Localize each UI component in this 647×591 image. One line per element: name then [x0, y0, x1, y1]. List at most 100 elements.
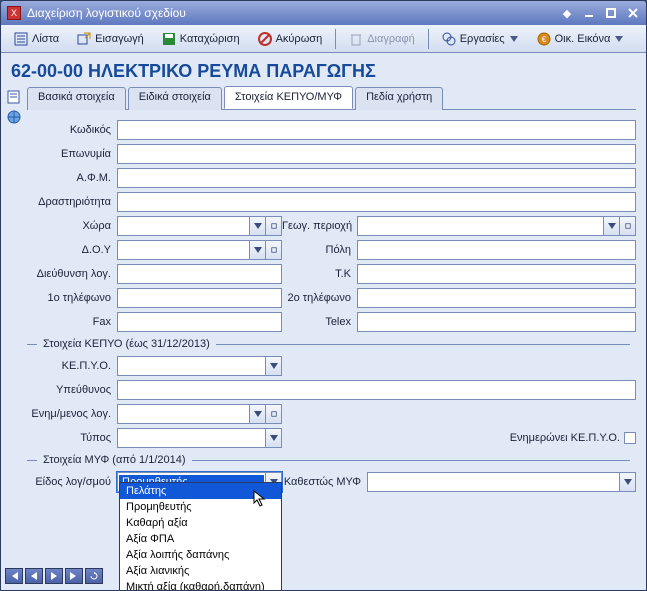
list-button[interactable]: Λίστα: [7, 29, 66, 49]
cancel-button[interactable]: Ακύρωση: [251, 29, 330, 49]
kepyo-combo[interactable]: [117, 356, 282, 376]
acctype-dropdown[interactable]: Πελάτης Προμηθευτής Καθαρή αξία Αξία ΦΠΑ…: [119, 482, 282, 591]
country-combo[interactable]: [117, 216, 282, 236]
label-country: Χώρα: [27, 220, 117, 232]
myf-status-combo[interactable]: [367, 472, 636, 492]
dropdown-option[interactable]: Αξία ΦΠΑ: [120, 531, 281, 547]
dropdown-option[interactable]: Μικτή αξία (καθαρή,δαπάνη): [120, 579, 281, 591]
finview-button[interactable]: € Οικ. Εικόνα: [530, 29, 632, 49]
help-icon[interactable]: ◆: [560, 6, 574, 20]
updates-kepyo-checkbox[interactable]: [624, 432, 636, 444]
owner-field[interactable]: [117, 380, 636, 400]
tel1-field[interactable]: [117, 288, 282, 308]
chevron-down-icon[interactable]: [265, 357, 281, 375]
tabs: Βασικά στοιχεία Ειδικά στοιχεία Στοιχεία…: [27, 86, 636, 110]
updacc-combo[interactable]: [117, 404, 282, 424]
nav-prev-button[interactable]: [25, 568, 43, 584]
nav-next-button[interactable]: [45, 568, 63, 584]
finview-label: Οικ. Εικόνα: [555, 33, 611, 45]
code-field[interactable]: [117, 120, 636, 140]
label-tel1: 1ο τηλέφωνο: [27, 292, 117, 304]
dropdown-option[interactable]: Αξία λοιπής δαπάνης: [120, 547, 281, 563]
label-fax: Fax: [27, 316, 117, 328]
maximize-icon[interactable]: [604, 6, 618, 20]
label-activity: Δραστηριότητα: [27, 196, 117, 208]
list-label: Λίστα: [32, 33, 59, 45]
dropdown-option[interactable]: Καθαρή αξία: [120, 515, 281, 531]
app-window: Διαχείριση λογιστικού σχεδίου ◆ Λίστα Ει…: [0, 0, 647, 591]
window-title: Διαχείριση λογιστικού σχεδίου: [27, 6, 552, 20]
city-field[interactable]: [357, 240, 636, 260]
dropdown-option[interactable]: Αξία λιανικής: [120, 563, 281, 579]
lookup-icon[interactable]: [265, 217, 281, 235]
label-updacc: Ενημ/μενος λογ.: [27, 408, 117, 420]
label-updates-kepyo: Ενημερώνει ΚΕ.Π.Υ.Ο.: [510, 432, 620, 444]
zip-field[interactable]: [357, 264, 636, 284]
tasks-caret-icon: [509, 32, 519, 46]
globe-icon[interactable]: [6, 110, 22, 124]
label-kepyo: ΚΕ.Π.Υ.Ο.: [27, 360, 117, 372]
save-icon: [162, 32, 176, 46]
svg-text:€: €: [541, 35, 546, 44]
delete-icon: [349, 32, 363, 46]
dropdown-option[interactable]: Προμηθευτής: [120, 499, 281, 515]
minimize-icon[interactable]: [582, 6, 596, 20]
afm-field[interactable]: [117, 168, 636, 188]
nav-refresh-button[interactable]: [85, 568, 103, 584]
label-zip: Τ.Κ: [282, 268, 357, 280]
page-title: 62-00-00 ΗΛΕΚΤΡΙΚΟ ΡΕΥΜΑ ΠΑΡΑΓΩΓΗΣ: [1, 53, 646, 86]
label-code: Κωδικός: [27, 124, 117, 136]
save-button[interactable]: Καταχώριση: [155, 29, 247, 49]
tab-special[interactable]: Ειδικά στοιχεία: [128, 87, 222, 110]
side-glyph-strip: [1, 86, 27, 590]
tasks-label: Εργασίες: [460, 33, 505, 45]
label-owner: Υπεύθυνος: [27, 384, 117, 396]
label-doy: Δ.Ο.Υ: [27, 244, 117, 256]
tab-kepyo-myf[interactable]: Στοιχεία ΚΕΠΥΟ/ΜΥΦ: [224, 86, 353, 109]
delete-button[interactable]: Διαγραφή: [342, 29, 422, 49]
lookup-icon[interactable]: [619, 217, 635, 235]
lookup-icon[interactable]: [265, 241, 281, 259]
group-myf-label: Στοιχεία ΜΥΦ (από 1/1/2014): [27, 454, 636, 466]
tab-basic[interactable]: Βασικά στοιχεία: [27, 87, 126, 110]
chevron-down-icon[interactable]: [265, 429, 281, 447]
label-tel2: 2ο τηλέφωνο: [282, 292, 357, 304]
addr-field[interactable]: [117, 264, 282, 284]
import-label: Εισαγωγή: [95, 33, 144, 45]
geo-combo[interactable]: [357, 216, 636, 236]
nav-first-button[interactable]: [5, 568, 23, 584]
chevron-down-icon[interactable]: [603, 217, 619, 235]
nav-last-button[interactable]: [65, 568, 83, 584]
dropdown-option[interactable]: Πελάτης: [120, 483, 281, 499]
chevron-down-icon[interactable]: [249, 241, 265, 259]
lookup-icon[interactable]: [265, 405, 281, 423]
tab-user-fields[interactable]: Πεδία χρήστη: [355, 87, 443, 110]
delete-label: Διαγραφή: [367, 33, 415, 45]
chevron-down-icon[interactable]: [619, 473, 635, 491]
fax-field[interactable]: [117, 312, 282, 332]
chevron-down-icon[interactable]: [249, 405, 265, 423]
finview-icon: €: [537, 32, 551, 46]
finview-caret-icon: [614, 32, 624, 46]
group-kepyo-label: Στοιχεία ΚΕΠΥΟ (έως 31/12/2013): [27, 338, 636, 350]
app-icon: [7, 6, 21, 20]
name-field[interactable]: [117, 144, 636, 164]
page-icon[interactable]: [6, 90, 22, 104]
doy-combo[interactable]: [117, 240, 282, 260]
close-icon[interactable]: [626, 6, 640, 20]
type-combo[interactable]: [117, 428, 282, 448]
record-navigator: [5, 568, 103, 584]
tasks-button[interactable]: Εργασίες: [435, 29, 526, 49]
label-acctype: Είδος λογ/σμού: [27, 476, 117, 488]
label-telex: Telex: [282, 316, 357, 328]
activity-field[interactable]: [117, 192, 636, 212]
label-addr: Διεύθυνση λογ.: [27, 268, 117, 280]
telex-field[interactable]: [357, 312, 636, 332]
cancel-icon: [258, 32, 272, 46]
label-afm: Α.Φ.Μ.: [27, 172, 117, 184]
tel2-field[interactable]: [357, 288, 636, 308]
label-city: Πόλη: [282, 244, 357, 256]
chevron-down-icon[interactable]: [249, 217, 265, 235]
import-button[interactable]: Εισαγωγή: [70, 29, 151, 49]
cancel-label: Ακύρωση: [276, 33, 323, 45]
